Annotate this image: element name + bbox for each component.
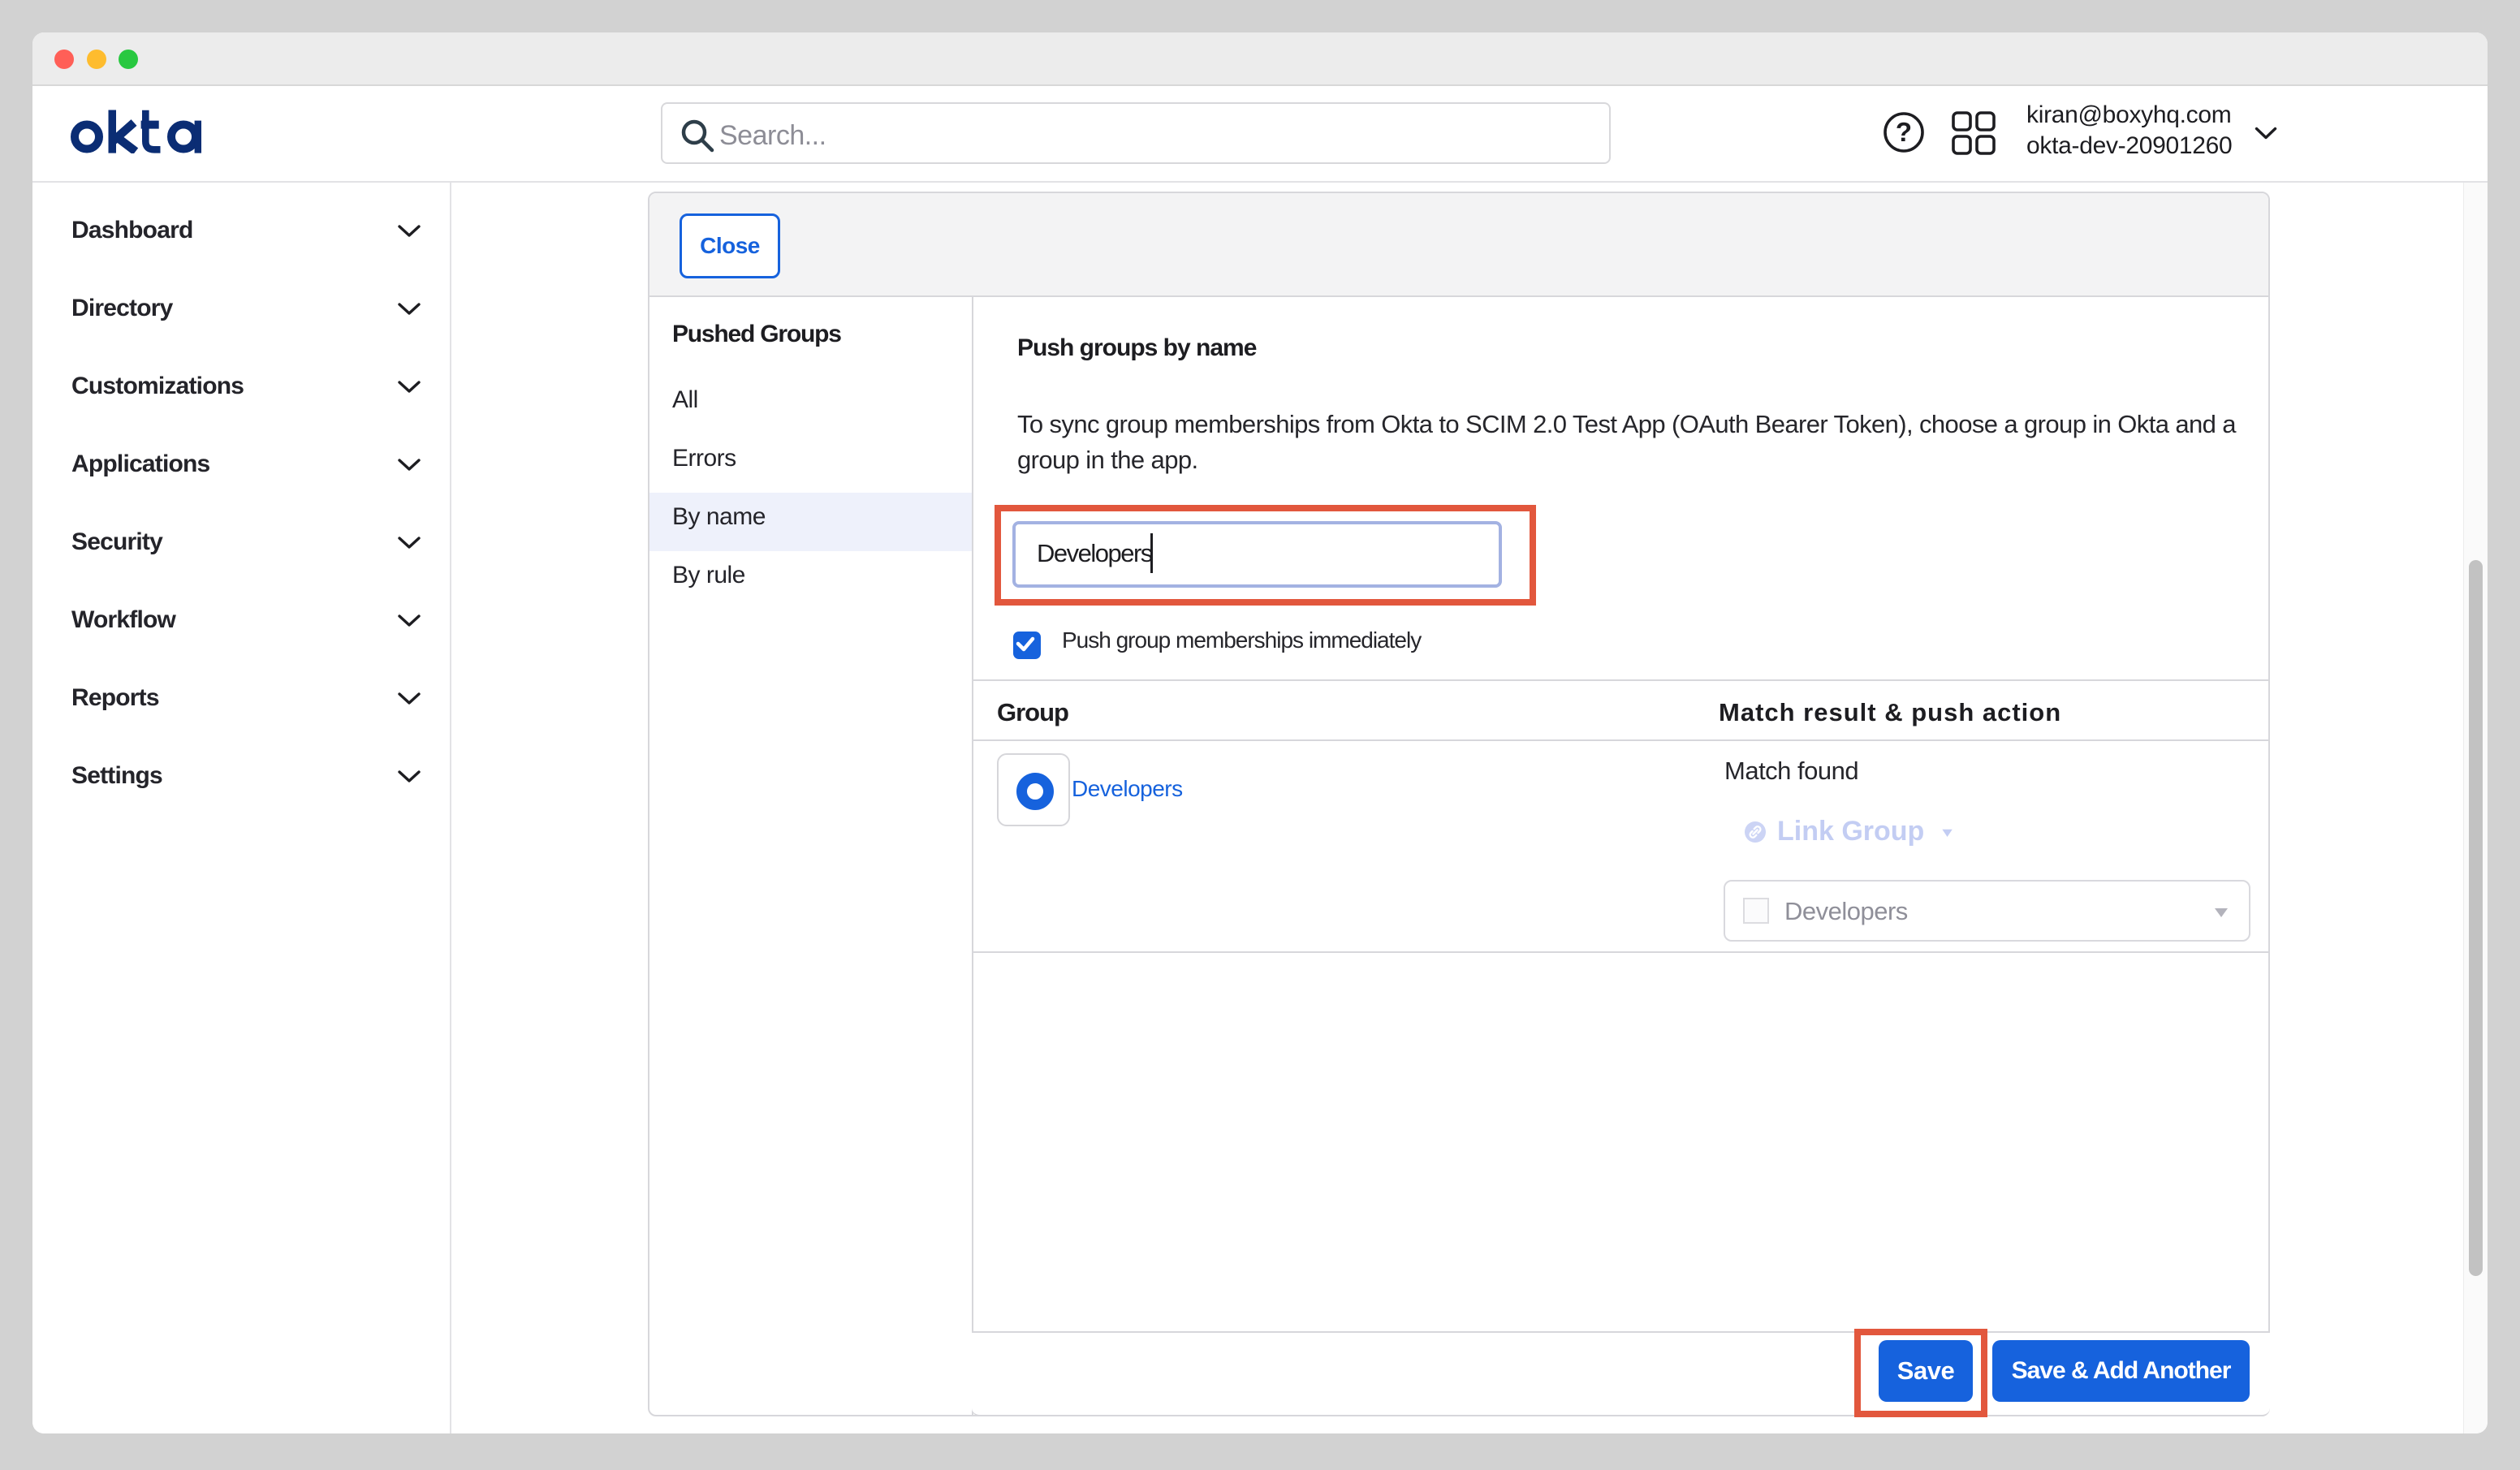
svg-text:?: ? [1896,117,1912,147]
